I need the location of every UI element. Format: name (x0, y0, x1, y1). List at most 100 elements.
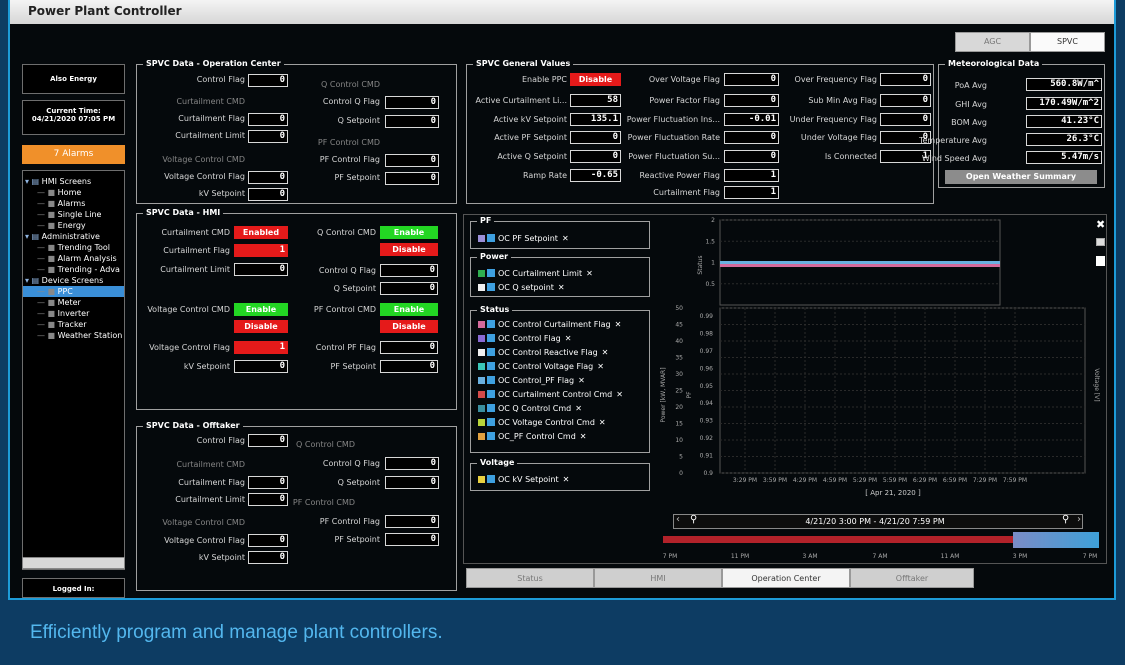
poa-avg-field[interactable]: 560.8W/m^ (1026, 78, 1102, 91)
hmi-control-q-flag-field[interactable]: 0 (380, 264, 438, 277)
sub-min-avg-flag-field[interactable]: 0 (880, 94, 931, 107)
hmi-control-pf-flag-field[interactable]: 0 (380, 341, 438, 354)
ot-curtailment-cmd-label: Curtailment CMD (176, 460, 245, 469)
tab-hmi[interactable]: HMI (594, 568, 722, 588)
oc-q-setpoint-field[interactable]: 0 (385, 115, 439, 128)
oc-pf-control-flag-field[interactable]: 0 (385, 154, 439, 167)
tree-item-weather-station[interactable]: — ■ Weather Station (23, 330, 124, 341)
hmi-curtailment-flag-field[interactable]: 1 (234, 244, 288, 257)
oc-pf-control-flag-label: PF Control Flag (319, 155, 380, 164)
tree-item-trending-tool[interactable]: — ■ Trending Tool (23, 242, 124, 253)
oc-voltage-control-flag-field[interactable]: 0 (248, 171, 288, 184)
hmi-q-setpoint-field[interactable]: 0 (380, 282, 438, 295)
temperature-avg-field[interactable]: 26.3°C (1026, 133, 1102, 146)
curtailment-flag-field[interactable]: 1 (724, 186, 779, 199)
over-frequency-flag-field[interactable]: 0 (880, 73, 931, 86)
print-icon[interactable] (1096, 238, 1105, 246)
ghi-avg-field[interactable]: 170.49W/m^2 (1026, 97, 1102, 110)
hmi-pf-enable-button[interactable]: Enable (380, 303, 438, 316)
hmi-q-enable-button[interactable]: Enable (380, 226, 438, 239)
range-selection-handle[interactable] (1013, 532, 1099, 548)
active-pf-setpoint-field[interactable]: 0 (570, 131, 621, 144)
range-zoom-left-icon[interactable]: ⚲ (690, 514, 697, 525)
tree-leaf-icon: — ■ (37, 320, 58, 329)
hmi-kv-setpoint-field[interactable]: 0 (234, 360, 288, 373)
temperature-avg-label: Temperature Avg (918, 136, 987, 145)
ot-pf-control-flag-field[interactable]: 0 (385, 515, 439, 528)
enable-ppc-disable-button[interactable]: Disable (570, 73, 621, 86)
over-voltage-flag-field[interactable]: 0 (724, 73, 779, 86)
ot-control-flag-field[interactable]: 0 (248, 434, 288, 447)
ot-q-setpoint-field[interactable]: 0 (385, 476, 439, 489)
oc-control-q-flag-field[interactable]: 0 (385, 96, 439, 109)
tree-item-trending-adva[interactable]: — ■ Trending - Adva (23, 264, 124, 275)
oc-kv-setpoint-field[interactable]: 0 (248, 188, 288, 201)
ot-kv-setpoint-field[interactable]: 0 (248, 551, 288, 564)
under-frequency-flag-field[interactable]: 0 (880, 113, 931, 126)
tree-item-alarms[interactable]: — ■ Alarms (23, 198, 124, 209)
tab-spvc[interactable]: SPVC (1030, 32, 1105, 52)
under-frequency-flag-label: Under Frequency Flag (789, 115, 877, 124)
open-weather-summary-button[interactable]: Open Weather Summary (945, 170, 1097, 184)
tree-item-energy[interactable]: — ■ Energy (23, 220, 124, 231)
close-chart-icon[interactable]: ✖ (1096, 219, 1106, 230)
oc-pf-setpoint-field[interactable]: 0 (385, 172, 439, 185)
ot-voltage-control-flag-field[interactable]: 0 (248, 534, 288, 547)
ramp-rate-field[interactable]: -0.65 (570, 169, 621, 182)
active-curtailment-field[interactable]: 58 (570, 94, 621, 107)
hmi-pf-disable-button[interactable]: Disable (380, 320, 438, 333)
tab-agc[interactable]: AGC (955, 32, 1030, 52)
hmi-voltage-enable-button[interactable]: Enable (234, 303, 288, 316)
oc-curtailment-limit-field[interactable]: 0 (248, 130, 288, 143)
active-curtailment-label: Active Curtailment Li... (475, 96, 568, 105)
tree-item-device-screens[interactable]: ▾ ▤ Device Screens (23, 275, 124, 286)
hmi-curtailment-enabled-button[interactable]: Enabled (234, 226, 288, 239)
oc-curtailment-flag-field[interactable]: 0 (248, 113, 288, 126)
hmi-voltage-disable-button[interactable]: Disable (234, 320, 288, 333)
ot-control-q-flag-field[interactable]: 0 (385, 457, 439, 470)
tree-leaf-icon: — ■ (37, 188, 58, 197)
tab-status[interactable]: Status (466, 568, 594, 588)
tree-item-meter[interactable]: — ■ Meter (23, 297, 124, 308)
wind-speed-avg-field[interactable]: 5.47m/s (1026, 151, 1102, 164)
range-zoom-right-icon[interactable]: ⚲ (1062, 514, 1069, 525)
hmi-curtailment-limit-field[interactable]: 0 (234, 263, 288, 276)
export-icon[interactable] (1096, 256, 1105, 266)
alarms-button[interactable]: 7 Alarms (22, 145, 125, 164)
tree-leaf-icon: — ■ (37, 287, 58, 296)
active-kv-setpoint-field[interactable]: 135.1 (570, 113, 621, 126)
nav-tick-label: 11 AM (940, 553, 960, 560)
voltage-axis-title: Voltage [V] (1093, 368, 1100, 401)
tree-item-hmi-screens[interactable]: ▾ ▤ HMI Screens (23, 176, 124, 187)
tree-item-ppc[interactable]: — ■ PPC (23, 286, 124, 297)
reactive-power-flag-field[interactable]: 1 (724, 169, 779, 182)
bom-avg-field[interactable]: 41.23°C (1026, 115, 1102, 128)
oc-control-flag-field[interactable]: 0 (248, 74, 288, 87)
tree-item-single-line[interactable]: — ■ Single Line (23, 209, 124, 220)
ot-pf-setpoint-field[interactable]: 0 (385, 533, 439, 546)
ot-curtailment-limit-field[interactable]: 0 (248, 493, 288, 506)
hmi-q-disable-button[interactable]: Disable (380, 243, 438, 256)
active-q-setpoint-field[interactable]: 0 (570, 150, 621, 163)
tab-offtaker[interactable]: Offtaker (850, 568, 974, 588)
tree-item-tracker[interactable]: — ■ Tracker (23, 319, 124, 330)
power-tick-label: 50 (675, 305, 683, 312)
ot-curtailment-flag-field[interactable]: 0 (248, 476, 288, 489)
tree-scrollbar[interactable] (22, 557, 125, 569)
tree-item-administrative[interactable]: ▾ ▤ Administrative (23, 231, 124, 242)
power-fluctuation-rate-field[interactable]: 0 (724, 131, 779, 144)
power-factor-flag-field[interactable]: 0 (724, 94, 779, 107)
hmi-voltage-control-flag-field[interactable]: 1 (234, 341, 288, 354)
tree-item-alarm-analysis[interactable]: — ■ Alarm Analysis (23, 253, 124, 264)
range-left-arrow-icon[interactable]: ‹ (676, 514, 680, 525)
range-red-track (663, 536, 1013, 543)
hmi-pf-setpoint-field[interactable]: 0 (380, 360, 438, 373)
power-fluctuation-ins-field[interactable]: -0.01 (724, 113, 779, 126)
range-right-arrow-icon[interactable]: › (1077, 514, 1081, 525)
oc-pf-control-cmd-label: PF Control CMD (317, 138, 380, 147)
tree-item-home[interactable]: — ■ Home (23, 187, 124, 198)
power-fluctuation-su-field[interactable]: 0 (724, 150, 779, 163)
tab-operation-center[interactable]: Operation Center (722, 568, 850, 588)
tree-item-inverter[interactable]: — ■ Inverter (23, 308, 124, 319)
x-tick-label: 7:29 PM (973, 477, 997, 484)
